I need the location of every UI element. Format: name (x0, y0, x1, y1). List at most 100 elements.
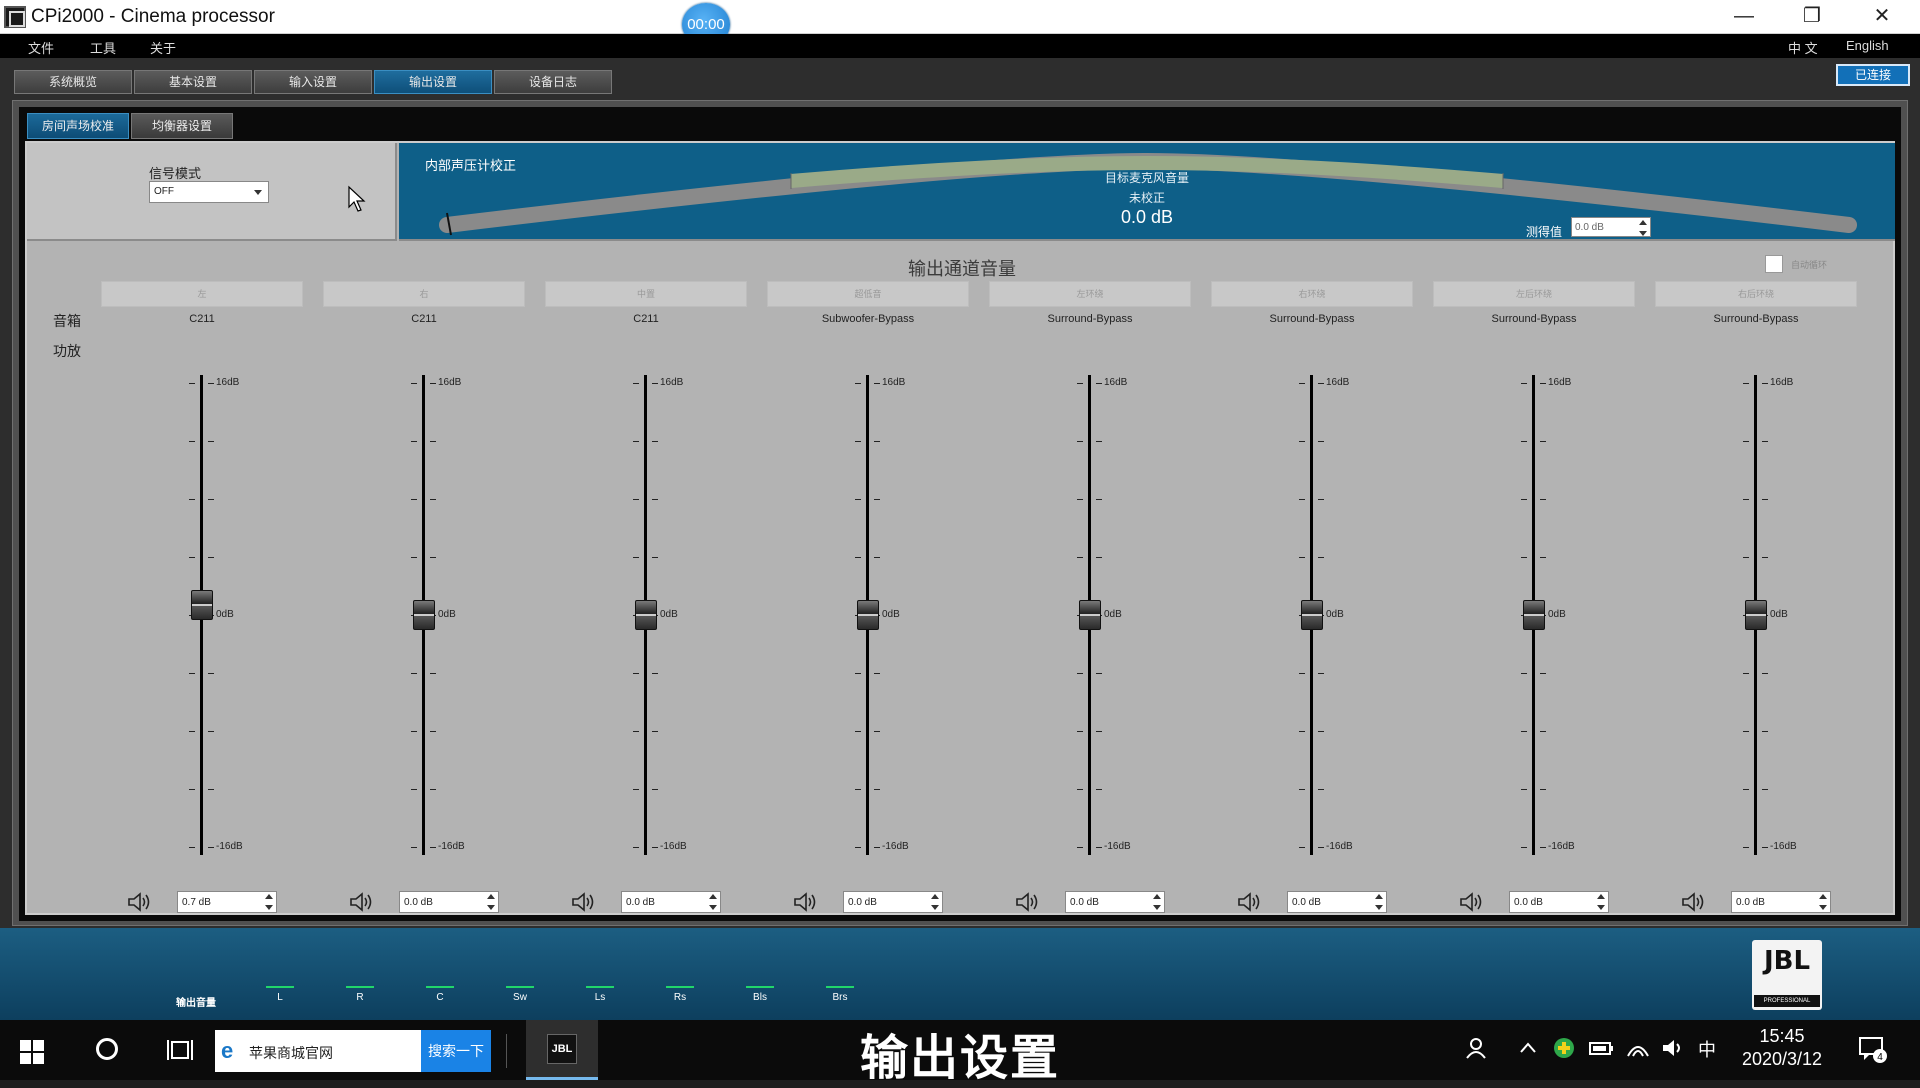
calibration-status: 未校正 (1128, 191, 1165, 205)
fader-tick (874, 383, 880, 384)
people-icon[interactable] (1464, 1036, 1488, 1060)
spin-arrows-icon[interactable] (1638, 220, 1648, 236)
fader-tick (855, 499, 861, 500)
fader-tick (1521, 789, 1527, 790)
windows-start-icon[interactable] (20, 1040, 44, 1064)
speaker-mute-icon[interactable] (1237, 891, 1263, 913)
taskbar-search-box[interactable]: e 苹果商城官网 (215, 1030, 421, 1072)
spin-arrows-icon[interactable] (1818, 894, 1828, 910)
fader-tick (1096, 557, 1102, 558)
security-app-icon[interactable] (1552, 1036, 1576, 1060)
speaker-mute-icon[interactable] (127, 891, 153, 913)
fader-knob[interactable] (1523, 600, 1545, 630)
restore-icon[interactable]: ❐ (1784, 0, 1840, 34)
channel-gain-input[interactable]: 0.0 dB (621, 891, 721, 913)
signal-mode-select[interactable]: OFF (149, 181, 269, 203)
spin-arrows-icon[interactable] (1374, 894, 1384, 910)
task-view-icon[interactable] (166, 1038, 194, 1062)
fader-knob[interactable] (1301, 600, 1323, 630)
minimize-icon[interactable]: — (1716, 0, 1772, 34)
spin-arrows-icon[interactable] (1152, 894, 1162, 910)
fader-tick (1318, 499, 1324, 500)
taskbar-app-jbl[interactable]: JBL (526, 1020, 598, 1080)
fader-tick (411, 499, 417, 500)
menu-about[interactable]: 关于 (150, 38, 176, 57)
ime-indicator[interactable]: 中 (1698, 1036, 1716, 1062)
subtab-room-calibration[interactable]: 房间声场校准 (27, 113, 129, 139)
tab-input-settings[interactable]: 输入设置 (254, 70, 372, 94)
speaker-mute-icon[interactable] (793, 891, 819, 913)
channel-gain-value: 0.0 dB (1514, 897, 1543, 908)
fader-tick (1540, 847, 1546, 848)
channel-gain-value: 0.0 dB (848, 897, 877, 908)
channel-gain-input[interactable]: 0.0 dB (399, 891, 499, 913)
tab-basic-settings[interactable]: 基本设置 (134, 70, 252, 94)
menu-file[interactable]: 文件 (28, 38, 54, 57)
lang-chinese[interactable]: 中 文 (1788, 38, 1818, 57)
fader-tick (1762, 731, 1768, 732)
speaker-row-label: 音箱 (53, 313, 81, 329)
speaker-mute-icon[interactable] (1459, 891, 1485, 913)
notification-icon[interactable]: 4 (1858, 1036, 1888, 1064)
channel-speaker-model: Subwoofer-Bypass (821, 313, 915, 325)
channel-gain-input[interactable]: 0.7 dB (177, 891, 277, 913)
channel-gain-input[interactable]: 0.0 dB (843, 891, 943, 913)
fader-tick (1077, 499, 1083, 500)
level-meter: Brs (826, 986, 854, 1003)
fader-knob[interactable] (857, 600, 879, 630)
spin-arrows-icon[interactable] (264, 894, 274, 910)
level-meter-bar (346, 986, 374, 988)
level-meter-label: R (356, 992, 364, 1003)
fader-tick (1743, 499, 1749, 500)
fader-knob[interactable] (635, 600, 657, 630)
subtab-eq-settings[interactable]: 均衡器设置 (131, 113, 233, 139)
tab-output-settings[interactable]: 输出设置 (374, 70, 492, 94)
level-meter-bar (586, 986, 614, 988)
channel-name: 右 (323, 281, 525, 307)
spin-arrows-icon[interactable] (708, 894, 718, 910)
chevron-up-icon[interactable] (1518, 1036, 1538, 1060)
spin-arrows-icon[interactable] (930, 894, 940, 910)
tab-device-log[interactable]: 设备日志 (494, 70, 612, 94)
speaker-mute-icon[interactable] (571, 891, 597, 913)
level-meter-label: Sw (513, 992, 527, 1003)
speaker-mute-icon[interactable] (349, 891, 375, 913)
level-meter-bar (266, 986, 294, 988)
fader-tick (1077, 789, 1083, 790)
channel-gain-input[interactable]: 0.0 dB (1065, 891, 1165, 913)
fader-tick (652, 557, 658, 558)
fader-tick (1540, 557, 1546, 558)
fader-knob[interactable] (413, 600, 435, 630)
battery-icon[interactable] (1588, 1036, 1614, 1060)
fader-knob[interactable] (1745, 600, 1767, 630)
wifi-icon[interactable] (1626, 1036, 1650, 1060)
fader-scale-label: 16dB (1326, 377, 1350, 388)
fader-tick (1743, 731, 1749, 732)
measured-input[interactable]: 0.0 dB (1571, 217, 1651, 237)
cortana-icon[interactable] (96, 1038, 118, 1060)
lang-english[interactable]: English (1846, 38, 1889, 53)
channel-gain-input[interactable]: 0.0 dB (1509, 891, 1609, 913)
fader-knob[interactable] (1079, 600, 1101, 630)
signal-mode-value: OFF (154, 186, 174, 197)
taskbar-clock[interactable]: 15:45 2020/3/12 (1732, 1026, 1832, 1070)
spin-arrows-icon[interactable] (1596, 894, 1606, 910)
channel-gain-input[interactable]: 0.0 dB (1731, 891, 1831, 913)
menu-tools[interactable]: 工具 (90, 38, 116, 57)
jbl-app-icon: JBL (547, 1034, 577, 1064)
close-icon[interactable]: ✕ (1854, 0, 1910, 34)
channel-gain-value: 0.0 dB (1736, 897, 1765, 908)
fader-tick (633, 731, 639, 732)
speaker-mute-icon[interactable] (1681, 891, 1707, 913)
autoloop-checkbox[interactable] (1765, 255, 1783, 273)
speaker-mute-icon[interactable] (1015, 891, 1041, 913)
fader-knob[interactable] (191, 589, 213, 620)
fader-tick (1318, 847, 1324, 848)
taskbar-search-button[interactable]: 搜索一下 (421, 1030, 491, 1072)
tab-system-overview[interactable]: 系统概览 (14, 70, 132, 94)
fader-tick (633, 557, 639, 558)
channel-gain-input[interactable]: 0.0 dB (1287, 891, 1387, 913)
fader-tick (855, 557, 861, 558)
volume-icon[interactable] (1660, 1036, 1684, 1060)
spin-arrows-icon[interactable] (486, 894, 496, 910)
